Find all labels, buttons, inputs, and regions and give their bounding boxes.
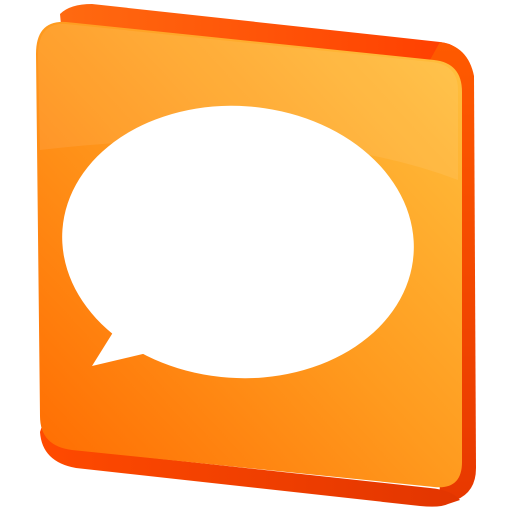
chat-bubble-icon bbox=[36, 4, 476, 507]
app-icon[interactable] bbox=[0, 0, 512, 512]
